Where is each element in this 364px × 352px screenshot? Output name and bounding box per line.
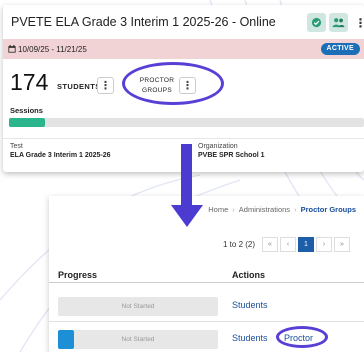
proctor-groups-highlight-ring	[122, 62, 224, 105]
row-progress-bar: Not Started	[58, 297, 218, 316]
sessions-progress-fill	[9, 118, 45, 127]
column-header-progress: Progress	[58, 270, 98, 280]
down-arrow-icon	[171, 205, 203, 227]
organization-label: Organization	[198, 143, 238, 150]
breadcrumb-current: Proctor Groups	[300, 205, 356, 214]
card-title: PVETE ELA Grade 3 Interim 1 2025-26 - On…	[11, 15, 276, 29]
organization-value: PVBE SPR School 1	[198, 152, 265, 159]
group-icon[interactable]	[329, 13, 348, 32]
student-count-label: STUDENTS	[57, 82, 101, 91]
date-bar: 10/09/25 - 11/21/25 ACTIVE	[3, 39, 364, 59]
check-badge-icon[interactable]	[307, 13, 326, 32]
prev-page-button[interactable]: ‹	[280, 237, 296, 252]
card-menu-button[interactable]: ⋮	[351, 13, 364, 32]
row-divider	[49, 321, 364, 322]
breadcrumb-administrations[interactable]: Administrations	[239, 205, 290, 214]
date-range: 10/09/25 - 11/21/25	[8, 45, 87, 54]
breadcrumb-home[interactable]: Home	[208, 205, 228, 214]
page-1-button[interactable]: 1	[298, 237, 314, 252]
sessions-progress-bar	[9, 118, 364, 127]
student-count: 174	[10, 69, 49, 95]
row-progress-status: Not Started	[121, 336, 155, 343]
breadcrumb: Home › Administrations › Proctor Groups	[208, 205, 356, 214]
row-progress-status: Not Started	[121, 303, 155, 310]
pagination: « ‹ 1 › »	[262, 237, 350, 252]
next-page-button[interactable]: ›	[316, 237, 332, 252]
students-link[interactable]: Students	[232, 333, 268, 343]
test-label: Test	[10, 143, 23, 150]
last-page-button[interactable]: »	[334, 237, 350, 252]
sessions-label: Sessions	[10, 106, 43, 115]
students-menu-button[interactable]: ⋮	[97, 77, 114, 94]
proctor-link-highlight-ring	[276, 326, 328, 348]
column-header-actions: Actions	[232, 270, 266, 280]
row-progress-fill	[58, 330, 74, 349]
status-badge: ACTIVE	[320, 43, 360, 55]
table-header-divider	[49, 282, 364, 283]
test-value: ELA Grade 3 Interim 1 2025-26	[10, 152, 111, 159]
proctor-groups-panel: Home › Administrations › Proctor Groups 1 to…	[49, 196, 364, 352]
students-link[interactable]: Students	[232, 300, 268, 310]
card-divider	[3, 138, 364, 139]
first-page-button[interactable]: «	[262, 237, 278, 252]
results-range: 1 to 2 (2)	[223, 240, 256, 249]
calendar-icon	[8, 45, 16, 53]
date-range-text: 10/09/25 - 11/21/25	[18, 44, 87, 54]
row-progress-bar: Not Started	[58, 330, 218, 349]
breadcrumb-separator: ›	[232, 205, 235, 214]
down-arrow-shaft	[181, 144, 192, 208]
breadcrumb-separator: ›	[294, 205, 297, 214]
